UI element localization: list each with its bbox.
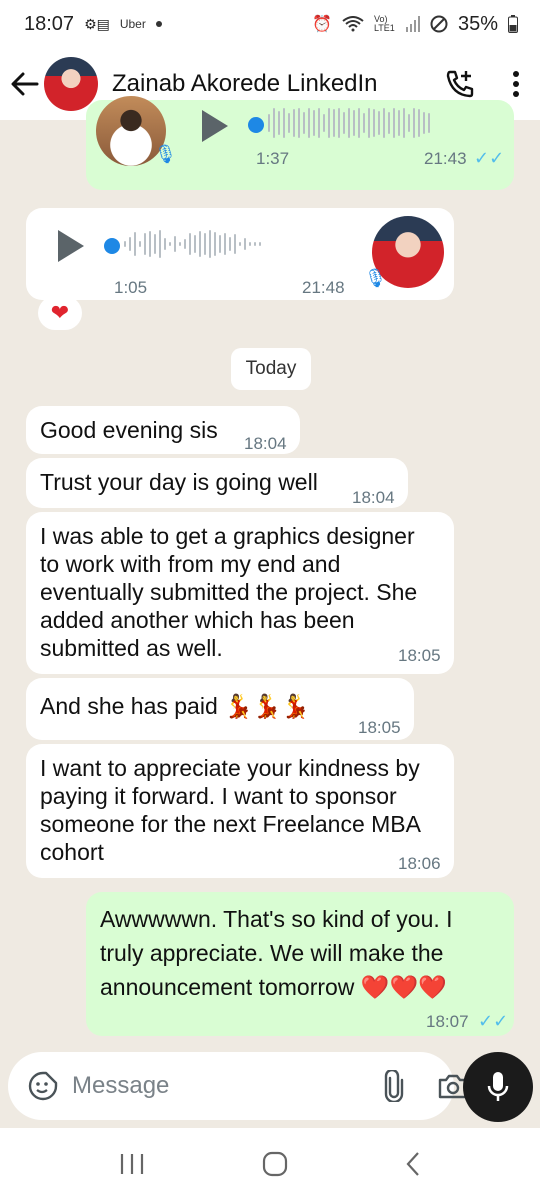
paperclip-icon (384, 1070, 404, 1102)
attach-button[interactable] (384, 1070, 404, 1102)
status-time: 18:07 (24, 12, 75, 35)
more-vertical-icon (513, 71, 519, 97)
back-button[interactable] (10, 64, 40, 104)
playback-slider[interactable] (248, 117, 264, 133)
read-receipt-icon: ✓✓ (474, 148, 505, 168)
message-incoming[interactable]: Good evening sis 18:04 (26, 406, 300, 454)
voice-record-button[interactable] (463, 1052, 533, 1122)
message-incoming[interactable]: I was able to get a graphics designer to… (26, 512, 454, 674)
message-time: 18:05 (398, 646, 441, 665)
do-not-disturb-icon (430, 15, 448, 33)
battery-icon (508, 15, 518, 33)
voice-duration: 1:05 (114, 278, 148, 297)
audio-waveform (268, 108, 430, 138)
lte-label: Vo) LTE1 (373, 14, 395, 33)
voice-message-outgoing[interactable]: 🎙 1:37 21:43 ✓✓ (86, 96, 514, 190)
message-incoming[interactable]: And she has paid 💃💃💃 18:05 (26, 678, 414, 740)
date-divider: Today (231, 348, 311, 390)
more-options-button[interactable] (506, 64, 526, 104)
message-time: 18:04 (352, 488, 395, 507)
message-incoming[interactable]: I want to appreciate your kindness by pa… (26, 744, 454, 878)
home-button[interactable] (262, 1151, 288, 1177)
voice-duration: 1:37 (256, 149, 290, 168)
sticker-icon (28, 1071, 58, 1101)
message-time: 21:43 (424, 149, 467, 168)
battery-level: 35% (457, 12, 498, 35)
mic-icon: 🎙 (364, 268, 387, 288)
message-time: 21:48 (302, 278, 345, 297)
message-text: Trust your day is going well (40, 469, 318, 495)
message-composer (8, 1052, 468, 1120)
phone-add-icon (446, 70, 474, 98)
message-incoming[interactable]: Trust your day is going well 18:04 (26, 458, 408, 508)
sticker-button[interactable] (28, 1071, 58, 1101)
microphone-icon (487, 1072, 509, 1101)
recent-apps-icon (120, 1154, 143, 1174)
message-time: 18:07 (426, 1012, 469, 1031)
contact-name[interactable]: Zainab Akorede LinkedIn (112, 70, 440, 98)
system-back-button[interactable] (405, 1151, 421, 1177)
message-reaction[interactable]: ❤ (38, 296, 82, 330)
playback-slider[interactable] (104, 238, 120, 254)
voice-message-incoming[interactable]: 1:05 21:48 🎙 (26, 208, 454, 300)
play-button[interactable] (58, 230, 84, 262)
carrier-label: Uber (119, 17, 146, 31)
message-time: 18:05 (358, 718, 401, 737)
add-call-button[interactable] (440, 64, 480, 104)
message-time: 18:04 (244, 434, 287, 453)
status-bar: 18:07 ⚙▤ Uber ⏰ Vo) LTE1 35% (0, 0, 540, 48)
mic-icon: 🎙 (154, 144, 177, 164)
message-text: I want to appreciate your kindness by pa… (40, 755, 420, 865)
message-input[interactable] (70, 1071, 384, 1101)
signal-icon (405, 16, 420, 32)
notification-icons: ⚙▤ (84, 15, 110, 32)
alarm-icon: ⏰ (312, 16, 332, 33)
message-text: And she has paid 💃💃💃 (40, 693, 311, 719)
home-icon (262, 1151, 288, 1177)
back-arrow-icon (11, 72, 39, 96)
back-chevron-icon (406, 1152, 420, 1176)
message-text: Awwwwwn. That's so kind of you. I truly … (100, 906, 453, 1000)
contact-avatar[interactable] (44, 57, 98, 111)
read-receipt-icon: ✓✓ (478, 1011, 509, 1031)
audio-waveform (124, 230, 261, 258)
recent-apps-button[interactable] (119, 1152, 145, 1176)
play-button[interactable] (202, 110, 228, 142)
system-navigation-bar (0, 1128, 540, 1200)
message-text: I was able to get a graphics designer to… (40, 523, 418, 661)
chat-area[interactable]: 🎙 1:37 21:43 ✓✓ 1:05 21:48 🎙 ❤ Today Goo… (0, 96, 540, 1040)
message-text: Good evening sis (40, 417, 218, 443)
message-time: 18:06 (398, 854, 441, 873)
message-outgoing[interactable]: Awwwwwn. That's so kind of you. I truly … (86, 892, 514, 1036)
more-notifications-dot (155, 21, 162, 27)
wifi-icon (342, 16, 364, 32)
